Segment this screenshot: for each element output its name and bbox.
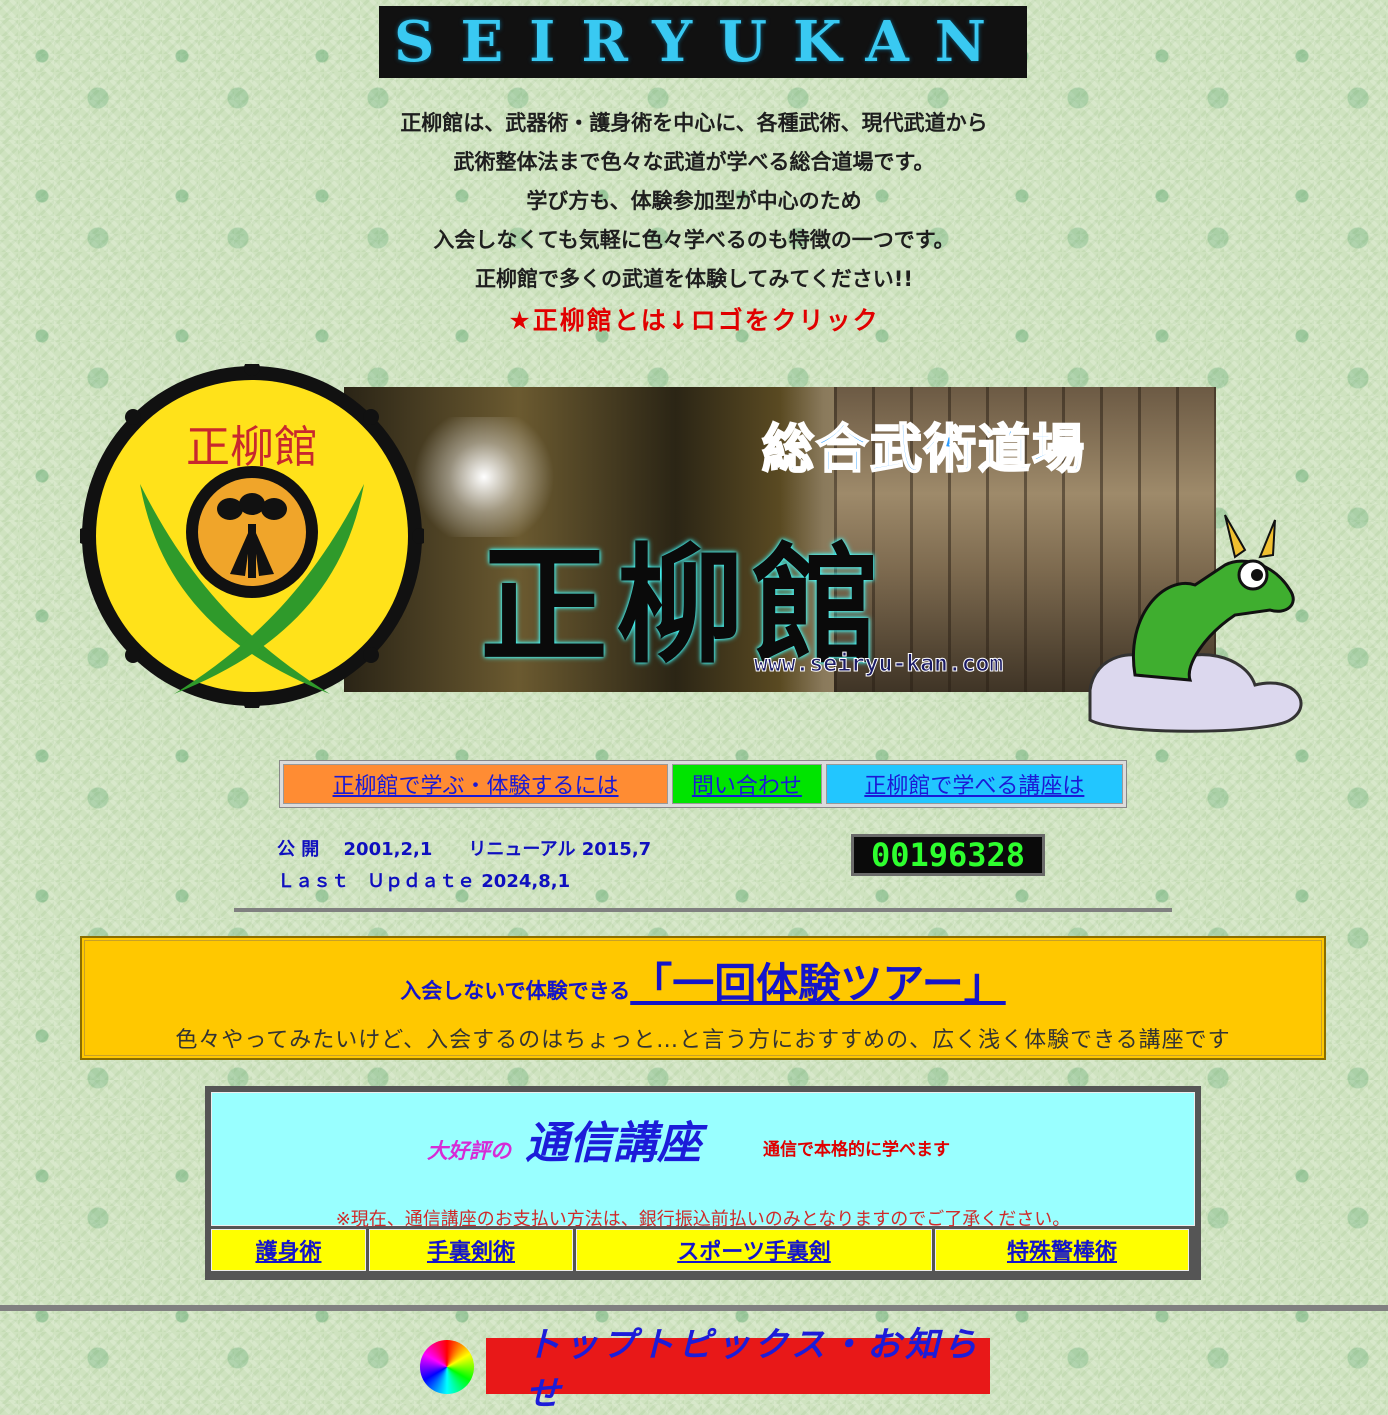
visit-counter: 00196328 [851,834,1045,876]
course-sports-shuriken-link[interactable]: スポーツ手裏剣 [576,1229,932,1271]
hero-url: www.seiryu-kan.com [753,651,1004,678]
intro-text: 正柳館は、武器術・護身術を中心に、各種武術、現代武道から 武術整体法まで色々な武… [0,104,1388,343]
course-shuriken-link[interactable]: 手裏剣術 [369,1229,573,1271]
course-lead: 大好評の [427,1139,511,1163]
nav-learn-link[interactable]: 正柳館で学ぶ・体験するには [283,764,669,804]
trial-tour-prefix: 入会しないで体験できる [400,979,631,1003]
course-header: 大好評の 通信講座 通信で本格的に学べます ※現在、通信講座のお支払い方法は、銀… [211,1092,1195,1230]
course-tag: 通信で本格的に学べます [763,1140,950,1160]
course-baton-link[interactable]: 特殊警棒術 [935,1229,1189,1271]
top-topics-banner: トップトピックス・お知らせ [486,1325,990,1414]
course-title: 通信講座 [525,1118,701,1169]
nav-contact-link[interactable]: 問い合わせ [672,764,822,804]
nav-courses-link[interactable]: 正柳館で学べる講座は [825,764,1123,804]
intro-line: 学び方も、体験参加型が中心のため [526,189,862,213]
correspondence-course-box: 大好評の 通信講座 通信で本格的に学べます ※現在、通信講座のお支払い方法は、銀… [205,1086,1201,1280]
site-logo-banner: SEIRYUKAN [379,6,1027,78]
open-date: 公 開 2001,2,1 リニューアル 2015,7 [277,839,652,860]
site-dates: 公 開 2001,2,1 リニューアル 2015,7 Ｌａｓｔ Ｕｐｄａｔｅ 2… [277,834,651,898]
trial-tour-link[interactable]: 「一回体験ツアー」 [630,959,1005,1008]
course-goshinjutsu-link[interactable]: 護身術 [211,1229,366,1271]
divider [234,908,1172,912]
intro-line: 入会しなくても気軽に色々学べるのも特徴の一つです。 [433,228,955,252]
payment-note: ※現在、通信講座のお支払い方法は、銀行振込前払いのみとなりますのでご了承ください… [335,1209,1071,1230]
divider [0,1305,1388,1311]
crest-text: 正柳館 [186,422,318,473]
trial-tour-heading: 入会しないで体験できる「一回体験ツアー」 [82,950,1324,1011]
dragon-mascot-icon [1088,514,1303,733]
color-wheel-icon [420,1340,474,1394]
last-update: Ｌａｓｔ Ｕｐｄａｔｅ 2024,8,1 [277,871,571,892]
intro-line: 正柳館で多くの武道を体験してみてください!! [475,267,913,291]
hero-subtitle: 総合武術道場 [761,419,1087,481]
crest-logo-link[interactable]: 正柳館 [80,364,424,708]
intro-line: 正柳館は、武器術・護身術を中心に、各種武術、現代武道から [400,111,988,135]
trial-tour-box: 入会しないで体験できる「一回体験ツアー」 色々やってみたいけど、入会するのはちょ… [80,936,1326,1060]
main-nav: 正柳館で学ぶ・体験するには 問い合わせ 正柳館で学べる講座は [279,760,1127,808]
logo-click-hint: ★正柳館とは↓ロゴをクリック [508,306,880,335]
top-topics-label: トップトピックス・お知らせ [526,1325,981,1414]
intro-line: 武術整体法まで色々な武道が学べる総合道場です。 [453,150,935,174]
site-logo-text: SEIRYUKAN [394,9,1012,75]
trial-tour-desc: 色々やってみたいけど、入会するのはちょっと…と言う方におすすめの、広く浅く体験で… [175,1028,1231,1053]
course-links: 護身術 手裏剣術 スポーツ手裏剣 特殊警棒術 [211,1229,1195,1271]
